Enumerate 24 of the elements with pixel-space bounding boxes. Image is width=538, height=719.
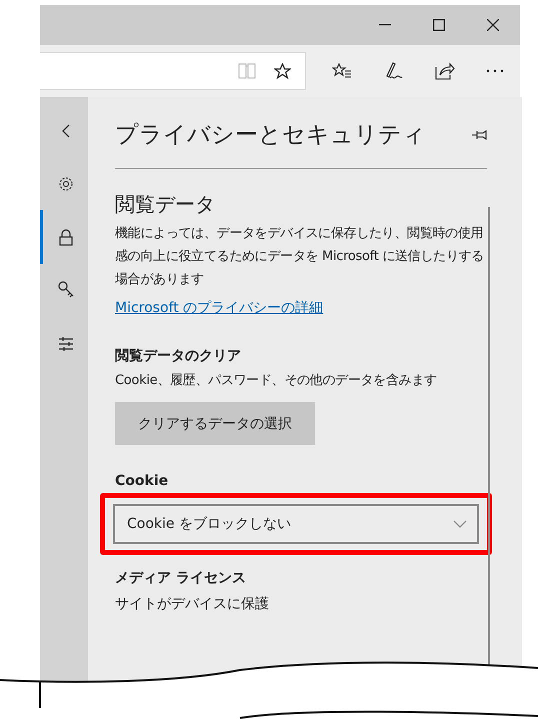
gear-icon — [58, 176, 74, 192]
chevron-down-icon — [453, 520, 467, 528]
privacy-link[interactable]: Microsoft のプライバシーの詳細 — [115, 299, 324, 317]
maximize-icon[interactable] — [433, 19, 445, 31]
lock-icon — [58, 228, 72, 246]
close-icon[interactable] — [487, 19, 499, 31]
setting-description: サイトがデバイスに保護 — [115, 595, 270, 613]
sliders-icon — [58, 335, 74, 351]
share-icon[interactable] — [432, 60, 457, 82]
scrollbar[interactable] — [488, 207, 490, 667]
key-icon — [58, 281, 74, 299]
panel-title: プライバシーとセキュリティ — [115, 121, 426, 150]
setting-label: メディア ライセンス — [115, 569, 247, 587]
back-icon — [62, 124, 70, 138]
setting-label: Cookie — [115, 473, 170, 489]
pin-icon[interactable] — [472, 130, 487, 140]
setting-label: 閲覧データのクリア — [115, 347, 242, 365]
star-icon[interactable] — [274, 62, 291, 80]
section-description: 機能によっては、データをデバイスに保存したり、閲覧時の使用感の向上に役立てるためにデータを Microsoft に送信したりする場合があります — [115, 225, 485, 289]
minimize-icon[interactable] — [379, 24, 391, 26]
choose-data-button[interactable]: クリアするデータの選択 — [115, 402, 315, 445]
cookie-dropdown[interactable]: Cookie をブロックしない — [113, 504, 479, 544]
setting-description: Cookie、履歴、パスワード、その他のデータを含みます — [115, 372, 438, 390]
section-heading: 閲覧データ — [115, 191, 216, 218]
